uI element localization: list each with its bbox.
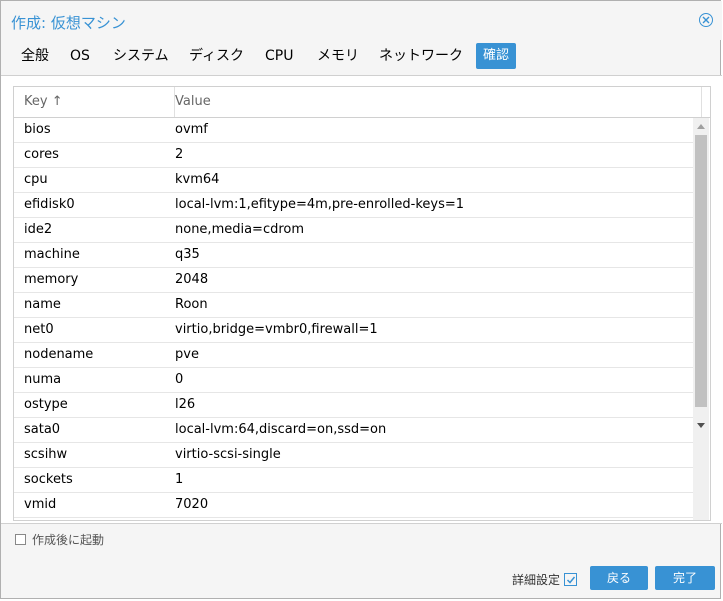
checkmark-icon: [566, 576, 575, 584]
table-row[interactable]: scsihw virtio-scsi-single: [14, 443, 693, 468]
row-key: name: [24, 297, 61, 312]
table-row[interactable]: numa 0: [14, 368, 693, 393]
start-after-create-label: 作成後に起動: [32, 532, 105, 547]
vertical-scrollbar[interactable]: [693, 118, 709, 520]
row-key: cores: [24, 147, 59, 162]
table-row[interactable]: ide2 none,media=cdrom: [14, 218, 693, 243]
row-key: ide2: [24, 222, 53, 237]
row-key: efidisk0: [24, 197, 75, 212]
table-row[interactable]: net0 virtio,bridge=vmbr0,firewall=1: [14, 318, 693, 343]
title-bar: 作成: 仮想マシン: [1, 1, 722, 40]
row-value: kvm64: [175, 172, 220, 187]
back-button[interactable]: 戻る: [590, 566, 648, 590]
row-key: memory: [24, 272, 79, 287]
key-column-header[interactable]: Key ↑: [14, 87, 175, 117]
row-value: 2048: [175, 272, 209, 287]
table-row[interactable]: sockets 1: [14, 468, 693, 493]
row-value: q35: [175, 247, 200, 262]
advanced-option[interactable]: 詳細設定: [512, 571, 578, 588]
confirm-panel: Key ↑ Value bios ovmf cores 2 cpu kvm64 efidis…: [1, 75, 722, 524]
advanced-checkbox[interactable]: [564, 573, 578, 586]
row-value: Roon: [175, 297, 208, 312]
create-vm-dialog: 作成: 仮想マシン 全般 OS システム ディスク CPU メモリ ネットワーク…: [0, 0, 722, 599]
tab-os[interactable]: OS: [63, 43, 97, 69]
scrollbar-thumb[interactable]: [695, 135, 707, 407]
finish-button[interactable]: 完了: [655, 566, 715, 590]
close-icon: [702, 16, 710, 24]
advanced-label: 詳細設定: [512, 573, 561, 587]
row-value: virtio,bridge=vmbr0,firewall=1: [175, 322, 378, 337]
row-key: sockets: [24, 472, 73, 487]
tab-memory[interactable]: メモリ: [310, 43, 366, 69]
row-key: sata0: [24, 422, 61, 437]
row-key: scsihw: [24, 447, 68, 462]
start-after-create-checkbox[interactable]: [15, 533, 26, 545]
tab-confirm[interactable]: 確認: [476, 43, 517, 69]
row-value: 1: [175, 472, 184, 487]
grid-header: Key ↑ Value: [14, 87, 710, 118]
row-value: 0: [175, 372, 184, 387]
row-value: 2: [175, 147, 184, 162]
table-row[interactable]: cores 2: [14, 143, 693, 168]
row-key: numa: [24, 372, 62, 387]
row-value: none,media=cdrom: [175, 222, 305, 237]
dialog-title: 作成: 仮想マシン: [11, 14, 126, 32]
row-value: pve: [175, 347, 199, 362]
row-key: bios: [24, 122, 51, 137]
tab-network[interactable]: ネットワーク: [372, 43, 470, 69]
row-key: vmid: [24, 497, 57, 512]
row-key: nodename: [24, 347, 94, 362]
tab-general[interactable]: 全般: [14, 43, 56, 69]
tab-system[interactable]: システム: [106, 43, 176, 69]
close-button[interactable]: [699, 13, 713, 27]
row-key: ostype: [24, 397, 68, 412]
row-key: net0: [24, 322, 54, 337]
tab-cpu[interactable]: CPU: [258, 43, 300, 69]
row-value: virtio-scsi-single: [175, 447, 281, 462]
dialog-footer: 詳細設定 戻る 完了: [1, 561, 722, 599]
table-row[interactable]: ostype l26: [14, 393, 693, 418]
grid-rows: bios ovmf cores 2 cpu kvm64 efidisk0 local-lvm:…: [14, 118, 693, 518]
value-column-header[interactable]: Value: [165, 87, 702, 117]
table-row[interactable]: name Roon: [14, 293, 693, 318]
table-row[interactable]: bios ovmf: [14, 118, 693, 143]
row-value: local-lvm:1,efitype=4m,pre-enrolled-keys…: [175, 197, 465, 212]
row-value: local-lvm:64,discard=on,ssd=on: [175, 422, 387, 437]
row-value: ovmf: [175, 122, 208, 137]
scroll-down-arrow-icon[interactable]: [697, 423, 705, 428]
scroll-up-arrow-icon[interactable]: [697, 124, 705, 129]
tab-disk[interactable]: ディスク: [182, 43, 251, 69]
row-key: machine: [24, 247, 80, 262]
table-row[interactable]: memory 2048: [14, 268, 693, 293]
tab-bar: 全般 OS システム ディスク CPU メモリ ネットワーク 確認: [1, 43, 722, 71]
table-row[interactable]: vmid 7020: [14, 493, 693, 518]
row-value: 7020: [175, 497, 209, 512]
table-row[interactable]: sata0 local-lvm:64,discard=on,ssd=on: [14, 418, 693, 443]
table-row[interactable]: machine q35: [14, 243, 693, 268]
table-row[interactable]: nodename pve: [14, 343, 693, 368]
table-row[interactable]: efidisk0 local-lvm:1,efitype=4m,pre-enrol…: [14, 193, 693, 218]
row-value: l26: [175, 397, 196, 412]
settings-grid: Key ↑ Value bios ovmf cores 2 cpu kvm64 efidis…: [13, 86, 711, 521]
table-row[interactable]: cpu kvm64: [14, 168, 693, 193]
row-key: cpu: [24, 172, 48, 187]
start-after-create-option[interactable]: 作成後に起動: [15, 531, 104, 547]
